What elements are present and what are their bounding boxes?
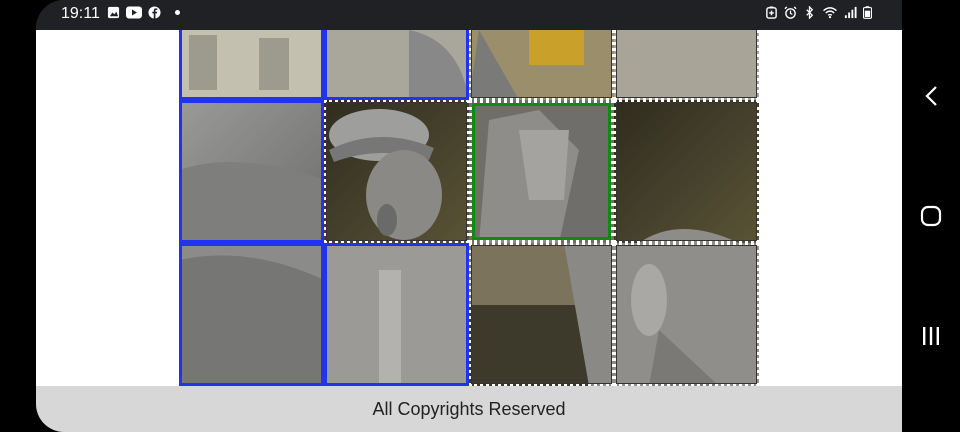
home-button[interactable]	[918, 203, 944, 229]
facebook-icon	[148, 6, 161, 19]
recents-icon	[923, 327, 939, 345]
puzzle-tile[interactable]	[179, 100, 324, 243]
wifi-icon	[823, 7, 837, 19]
puzzle-tile[interactable]	[324, 243, 469, 386]
bluetooth-icon	[806, 6, 814, 19]
puzzle-tile[interactable]	[179, 30, 324, 100]
footer: All Copyrights Reserved	[36, 386, 902, 432]
back-icon	[925, 86, 937, 106]
puzzle-tile[interactable]	[324, 30, 469, 100]
puzzle-board	[179, 30, 759, 386]
system-icons	[765, 6, 872, 19]
battery-icon	[863, 6, 872, 19]
puzzle-tile[interactable]	[614, 100, 759, 243]
battery-saver-icon	[766, 6, 777, 19]
alarm-icon	[784, 6, 797, 19]
puzzle-tile[interactable]	[179, 243, 324, 386]
puzzle-tile[interactable]	[469, 30, 614, 100]
youtube-icon	[126, 6, 142, 19]
puzzle-tile[interactable]	[469, 243, 614, 386]
status-bar: 19:11	[36, 0, 902, 30]
gallery-icon	[107, 6, 120, 19]
navigation-bar	[902, 0, 960, 432]
puzzle-tile[interactable]	[324, 100, 469, 243]
back-button[interactable]	[918, 83, 944, 109]
home-icon	[920, 205, 942, 227]
notification-icons	[107, 6, 180, 19]
recents-button[interactable]	[918, 323, 944, 349]
app-content	[36, 30, 902, 386]
phone-screen: 19:11 All Copyrights Reserved	[36, 0, 902, 432]
signal-icon	[844, 6, 857, 19]
puzzle-tile[interactable]	[469, 100, 614, 243]
puzzle-tile[interactable]	[614, 243, 759, 386]
puzzle-tile[interactable]	[614, 30, 759, 100]
more-notifications-icon	[175, 10, 180, 15]
copyright-text: All Copyrights Reserved	[372, 398, 566, 419]
status-time: 19:11	[61, 5, 100, 22]
